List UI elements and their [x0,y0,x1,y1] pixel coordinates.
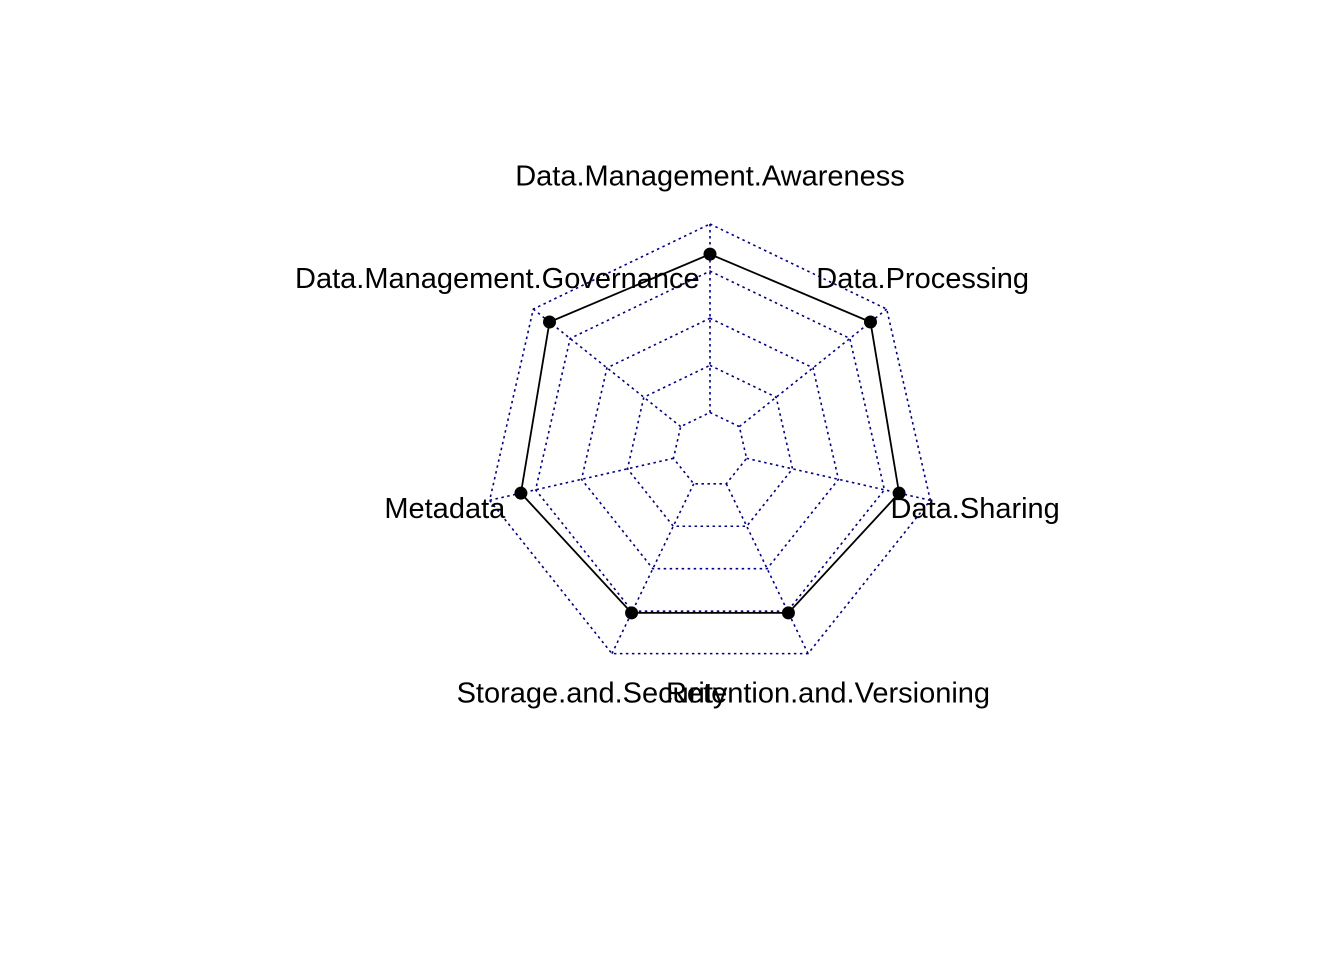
axis-label-6: Data.Management.Governance [295,263,700,295]
axis-label-2: Data.Sharing [891,493,1060,525]
series-point-1 [863,315,877,329]
grid-ring-1 [626,364,794,528]
grid-ring-0 [672,411,748,485]
axis-label-1: Data.Processing [816,263,1029,295]
series-point-6 [543,315,557,329]
axis-label-5: Metadata [384,493,506,525]
grid-ring-2 [580,317,840,570]
series-point-0 [703,247,717,261]
radar-chart: Data.Management.Awareness Data.Processing… [295,161,1060,710]
axis-label-0: Data.Management.Awareness [515,161,905,193]
series-point-3 [781,606,795,620]
series-point-5 [514,486,528,500]
series-point-4 [625,606,639,620]
series-line-0 [519,253,901,614]
axis-label-4: Storage.and.Security [457,678,728,710]
axis-labels: Data.Management.Awareness Data.Processing… [295,161,1060,710]
